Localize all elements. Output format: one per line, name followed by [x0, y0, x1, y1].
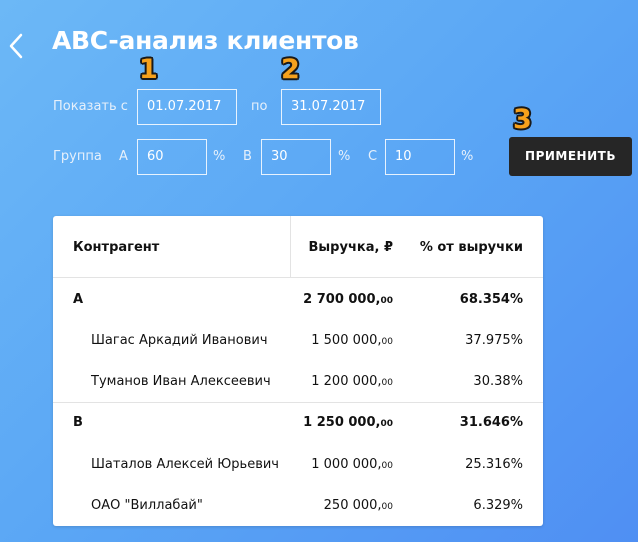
header-divider — [290, 216, 291, 277]
show-from-label: Показать с — [53, 99, 128, 114]
group-c-unit: % — [461, 149, 474, 164]
table-row-group-b-revenue: 1 250 000,00 — [253, 415, 393, 430]
table-row-revenue: 1 500 000,00 — [253, 333, 393, 348]
page-title: ABC-анализ клиентов — [52, 26, 359, 55]
table-row-name: Туманов Иван Алексеевич — [91, 374, 271, 389]
table-row-group-b-percent: 31.646% — [459, 415, 523, 430]
table-row-revenue: 1 200 000,00 — [253, 374, 393, 389]
revenue-int: 250 000, — [323, 498, 382, 513]
revenue-dec: 00 — [380, 419, 393, 429]
table-row-percent: 6.329% — [473, 498, 523, 513]
step-marker-2: 2 — [281, 54, 300, 85]
date-to-input[interactable]: 31.07.2017 — [281, 89, 381, 125]
table-row-group-a-percent: 68.354% — [459, 292, 523, 307]
revenue-int: 1 500 000, — [311, 333, 382, 348]
table-row-name: Шаталов Алексей Юрьевич — [91, 457, 279, 472]
step-marker-1: 1 — [139, 54, 158, 85]
table-row-percent: 30.38% — [473, 374, 523, 389]
revenue-dec: 00 — [380, 296, 393, 306]
column-header-revenue[interactable]: Выручка, ₽ — [303, 240, 393, 255]
table-row-percent: 37.975% — [465, 333, 523, 348]
group-b-input[interactable]: 30 — [261, 139, 331, 175]
group-label: Группа — [53, 149, 102, 164]
group-c-label: C — [368, 149, 378, 164]
chevron-left-icon — [9, 33, 23, 59]
group-c-input[interactable]: 10 — [385, 139, 455, 175]
table-row-group-a-revenue: 2 700 000,00 — [253, 292, 393, 307]
abc-table: Контрагент Выручка, ₽ % от выручки A 2 7… — [53, 216, 543, 526]
apply-button[interactable]: ПРИМЕНИТЬ — [509, 137, 632, 176]
table-row-group-a-name: A — [73, 292, 84, 307]
group-divider — [53, 402, 543, 403]
table-row-revenue: 250 000,00 — [253, 498, 393, 513]
table-row-name: Шагас Аркадий Иванович — [91, 333, 268, 348]
group-a-input[interactable]: 60 — [137, 139, 207, 175]
table-row-name: ОАО "Виллабай" — [91, 498, 203, 513]
group-b-label: B — [243, 149, 252, 164]
revenue-dec: 00 — [381, 378, 393, 388]
date-from-input[interactable]: 01.07.2017 — [137, 89, 237, 125]
table-row-group-b-name: B — [73, 415, 83, 430]
table-row-percent: 25.316% — [465, 457, 523, 472]
revenue-int: 1 250 000, — [303, 415, 381, 430]
date-to-label: по — [251, 99, 268, 114]
group-a-label: A — [119, 149, 128, 164]
group-b-unit: % — [338, 149, 351, 164]
revenue-dec: 00 — [381, 502, 393, 512]
back-button[interactable] — [6, 32, 26, 60]
revenue-int: 1 200 000, — [311, 374, 382, 389]
table-row-revenue: 1 000 000,00 — [253, 457, 393, 472]
group-a-unit: % — [213, 149, 226, 164]
column-header-percent[interactable]: % от выручки — [413, 240, 523, 255]
revenue-dec: 00 — [381, 461, 393, 471]
column-header-counterparty[interactable]: Контрагент — [73, 240, 159, 255]
revenue-dec: 00 — [381, 337, 393, 347]
revenue-int: 2 700 000, — [303, 292, 381, 307]
step-marker-3: 3 — [513, 104, 532, 135]
revenue-int: 1 000 000, — [311, 457, 382, 472]
